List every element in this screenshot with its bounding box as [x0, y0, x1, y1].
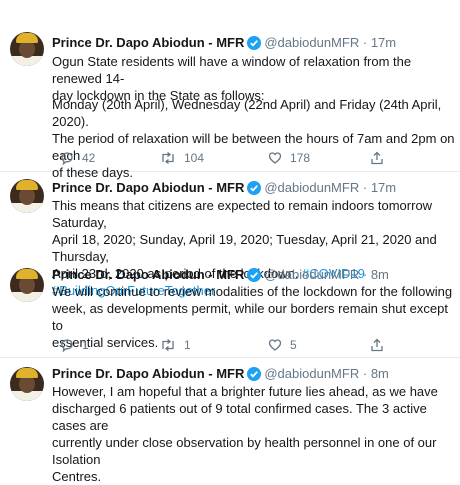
like-button[interactable]: 5 — [268, 337, 297, 353]
reply-button[interactable]: 1 — [60, 337, 89, 353]
avatar[interactable] — [10, 268, 44, 302]
tweet[interactable]: Prince Dr. Dapo Abiodun - MFR @dabiodunMF… — [0, 262, 460, 358]
avatar[interactable] — [10, 179, 44, 213]
timestamp[interactable]: 8m — [371, 267, 389, 282]
like-count: 178 — [290, 151, 311, 165]
share-button[interactable] — [370, 337, 384, 353]
separator-dot: · — [362, 267, 368, 282]
timestamp[interactable]: 17m — [371, 35, 396, 50]
share-button[interactable] — [370, 150, 384, 166]
tweet-text: However, I am hopeful that a brighter fu… — [52, 384, 438, 484]
tweet-feed: Prince Dr. Dapo Abiodun - MFR @dabiodunMF… — [0, 0, 460, 484]
retweet-count: 1 — [184, 338, 191, 352]
retweet-icon — [162, 338, 174, 352]
tweet-text: Monday (20th April), Wednesday (22nd Apr… — [52, 97, 455, 180]
reply-icon — [61, 152, 73, 166]
retweet-icon — [162, 151, 174, 165]
separator-dot: · — [362, 180, 368, 195]
verified-badge-icon — [247, 36, 262, 54]
tweet-actions: 1 1 5 — [60, 337, 440, 353]
heart-icon — [268, 152, 282, 164]
reply-count: 1 — [82, 338, 89, 352]
tweet[interactable]: Prince Dr. Dapo Abiodun - MFR @dabiodunMF… — [0, 358, 460, 484]
share-icon — [371, 151, 383, 165]
avatar[interactable] — [10, 32, 44, 66]
author-name[interactable]: Prince Dr. Dapo Abiodun - MFR — [52, 366, 244, 381]
timestamp[interactable]: 17m — [371, 180, 396, 195]
author-handle[interactable]: @dabiodunMFR — [264, 267, 359, 282]
reply-button[interactable]: 42 — [60, 150, 95, 166]
author-handle[interactable]: @dabiodunMFR — [264, 35, 359, 50]
heart-icon — [268, 339, 282, 351]
retweet-button[interactable]: 104 — [160, 150, 204, 166]
timestamp[interactable]: 8m — [371, 366, 389, 381]
avatar[interactable] — [10, 367, 44, 401]
like-button[interactable]: 178 — [268, 150, 310, 166]
like-count: 5 — [290, 338, 297, 352]
retweet-button[interactable]: 1 — [160, 337, 191, 353]
tweet-actions: 42 104 178 — [60, 150, 440, 166]
author-name[interactable]: Prince Dr. Dapo Abiodun - MFR — [52, 180, 244, 195]
author-handle[interactable]: @dabiodunMFR — [264, 366, 359, 381]
separator-dot: · — [362, 35, 368, 50]
retweet-count: 104 — [184, 151, 205, 165]
share-icon — [371, 338, 383, 352]
reply-count: 42 — [82, 151, 96, 165]
author-name[interactable]: Prince Dr. Dapo Abiodun - MFR — [52, 267, 244, 282]
separator-dot: · — [362, 366, 368, 381]
reply-icon — [61, 339, 73, 353]
author-handle[interactable]: @dabiodunMFR — [264, 180, 359, 195]
author-name[interactable]: Prince Dr. Dapo Abiodun - MFR — [52, 35, 244, 50]
tweet[interactable]: Prince Dr. Dapo Abiodun - MFR @dabiodunMF… — [0, 0, 460, 180]
tweet[interactable]: Prince Dr. Dapo Abiodun - MFR @dabiodunMF… — [0, 172, 460, 298]
